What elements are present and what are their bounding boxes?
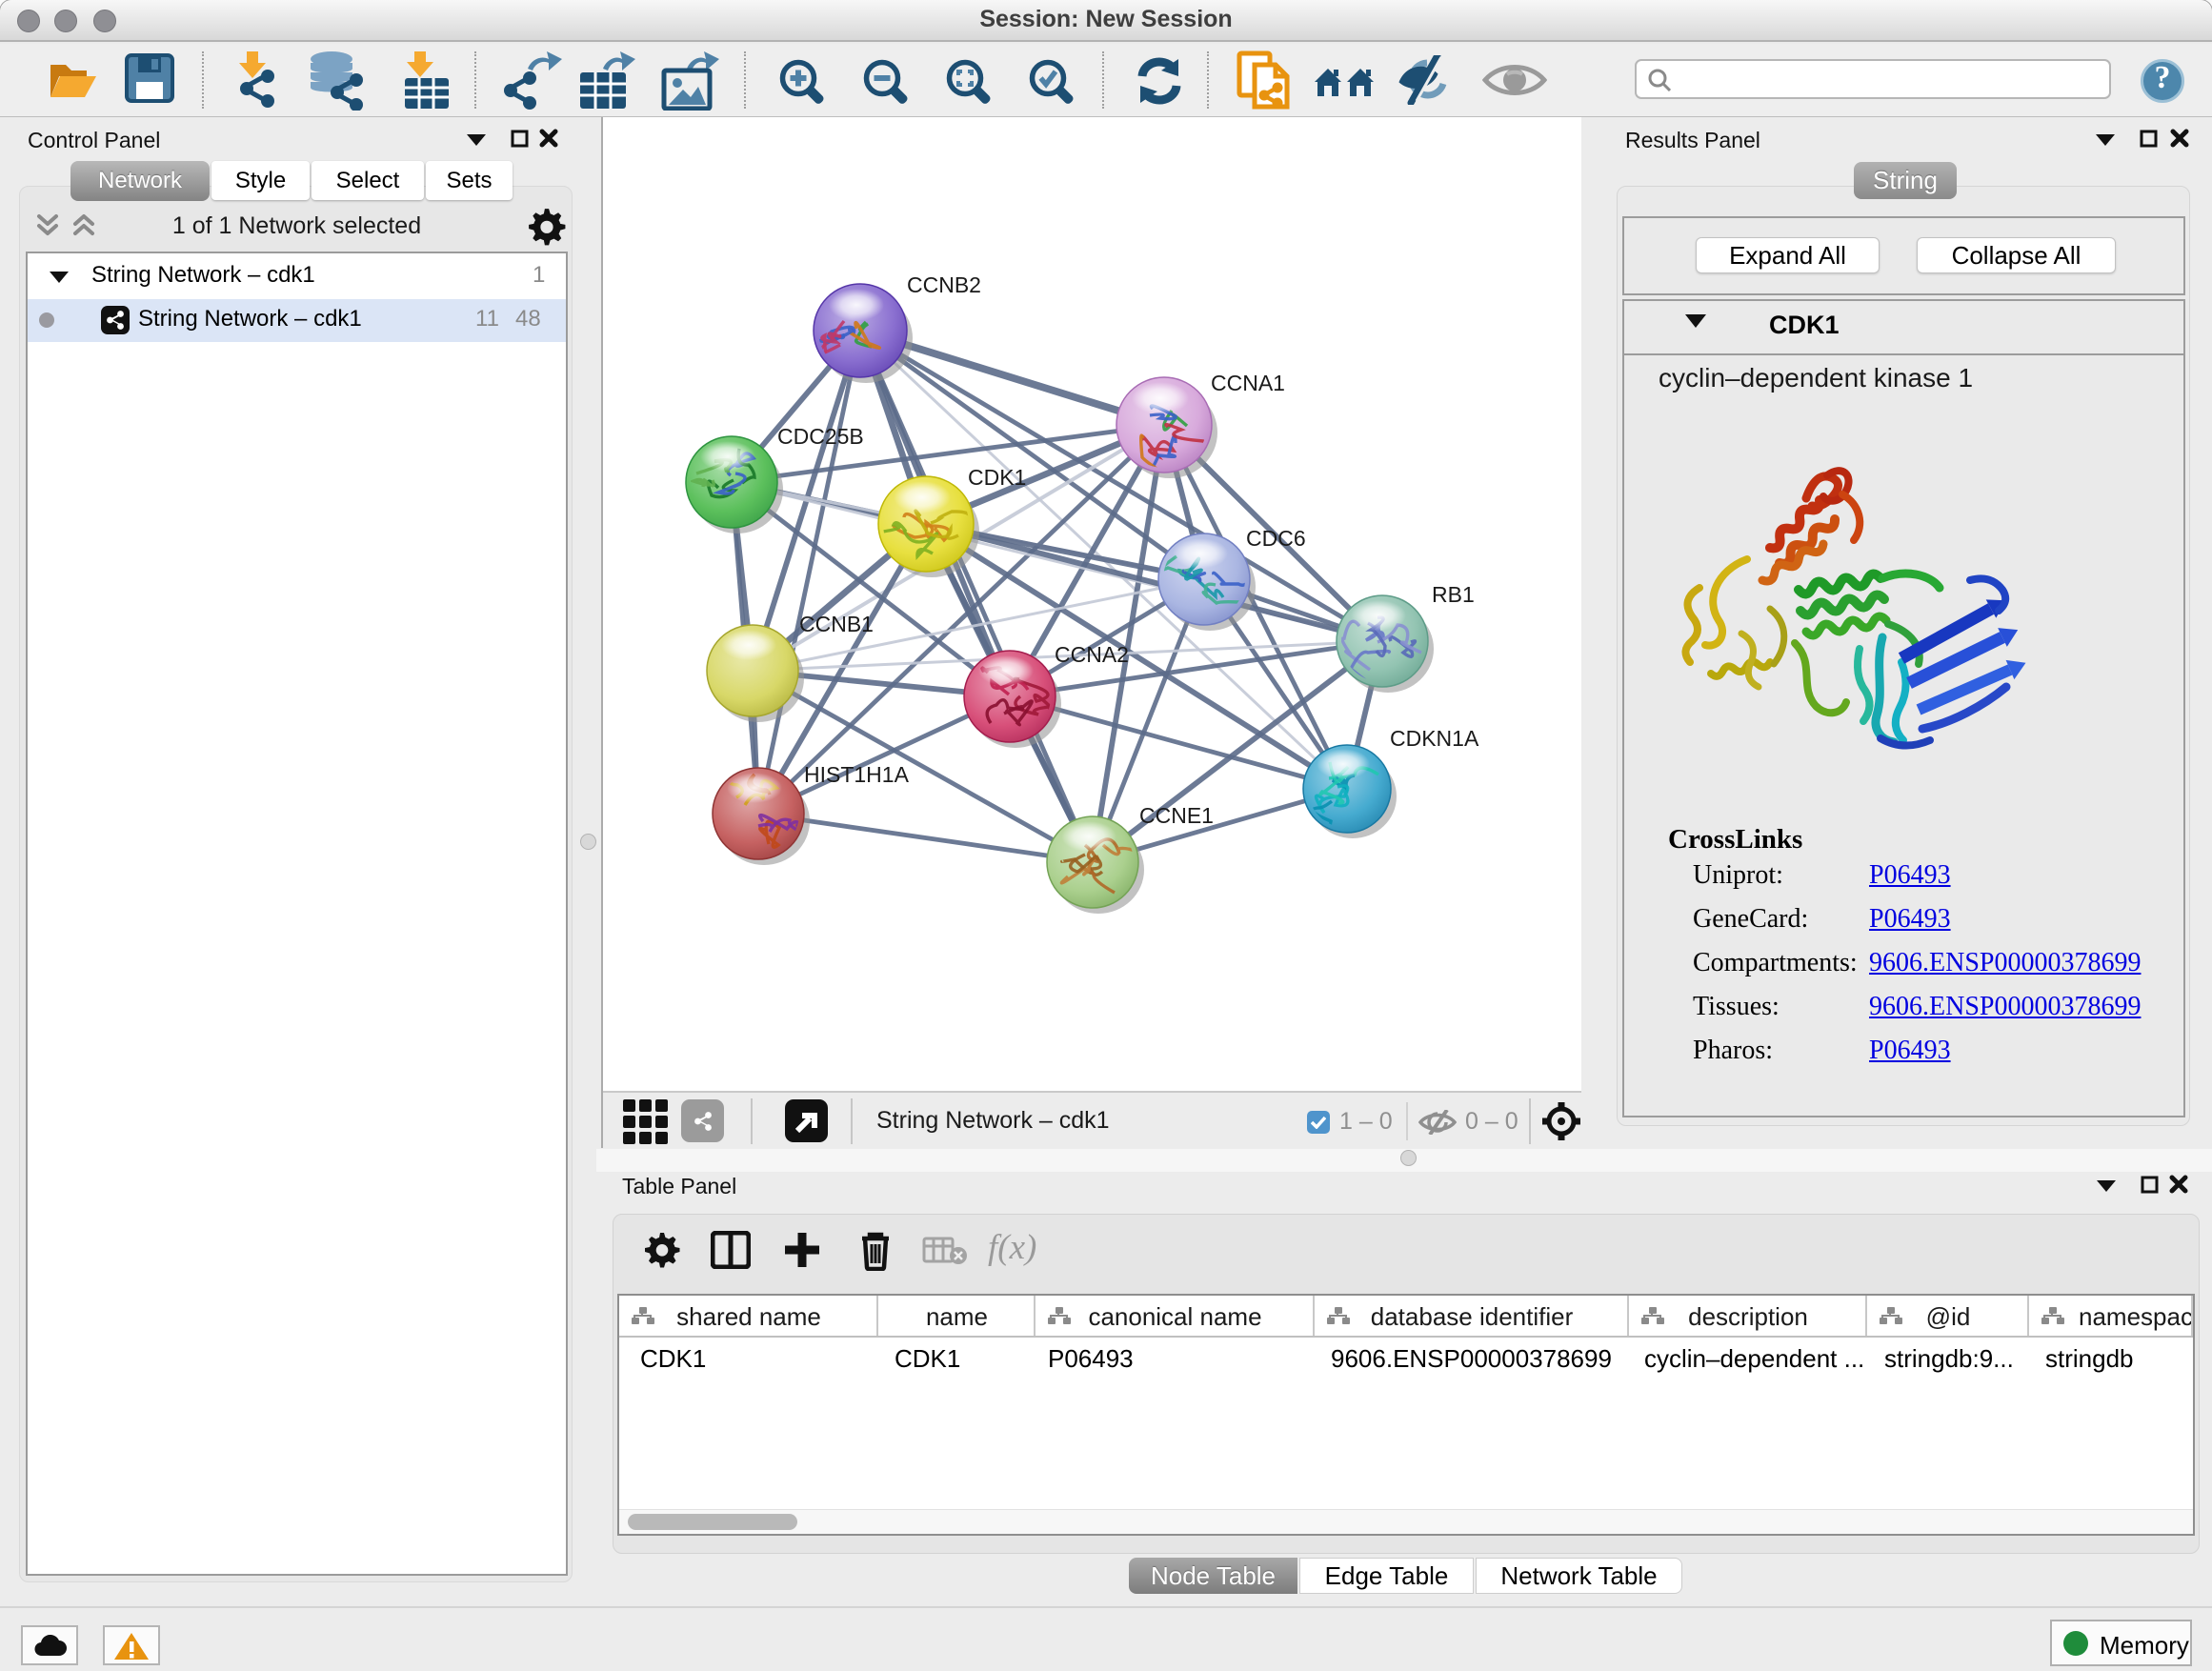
svg-text:CCNA2: CCNA2 bbox=[1055, 642, 1129, 667]
svg-text:CDC25B: CDC25B bbox=[777, 424, 864, 449]
svg-text:CCNB1: CCNB1 bbox=[799, 612, 874, 636]
svg-text:CCNE1: CCNE1 bbox=[1139, 803, 1214, 828]
svg-text:HIST1H1A: HIST1H1A bbox=[804, 762, 910, 787]
svg-text:CCNB2: CCNB2 bbox=[907, 272, 981, 297]
svg-text:RB1: RB1 bbox=[1432, 582, 1475, 607]
svg-text:CCNA1: CCNA1 bbox=[1211, 371, 1285, 395]
svg-text:CDK1: CDK1 bbox=[968, 465, 1026, 490]
svg-text:CDC6: CDC6 bbox=[1246, 526, 1306, 551]
svg-text:CDKN1A: CDKN1A bbox=[1390, 726, 1479, 751]
